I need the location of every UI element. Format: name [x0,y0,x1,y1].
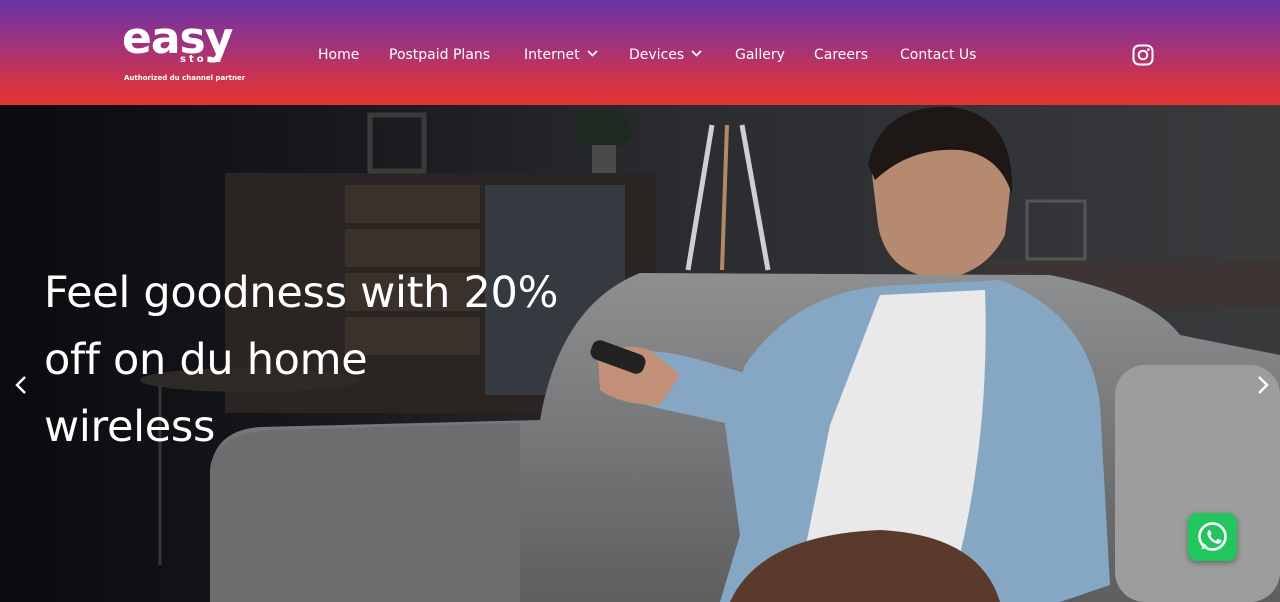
nav-item-careers[interactable]: Careers [814,45,868,65]
nav-item-label: Internet [524,47,580,63]
hero-headline-line: wireless [44,402,216,452]
main-navigation: Home Postpaid Plans Internet Devices Gal… [0,0,1280,105]
nav-item-label: Careers [814,47,869,63]
nav-item-label: Devices [629,47,685,63]
whatsapp-icon [1198,522,1227,551]
chevron-down-icon [691,50,702,57]
whatsapp-chat-button[interactable] [1188,513,1237,561]
nav-item-contact-us[interactable]: Contact Us [900,45,976,65]
nav-item-label: Gallery [735,47,785,63]
nav-item-label: Home [318,47,360,63]
site-header: easy store Authorized du channel partner… [0,0,1280,105]
nav-item-devices[interactable]: Devices [629,45,702,65]
hero-headline-line: Feel goodness with 20% [44,268,559,318]
hero-slider: Feel goodness with 20% off on du home wi… [0,105,1280,602]
chevron-right-icon[interactable] [1253,373,1273,397]
hero-headline: Feel goodness with 20% off on du home wi… [44,260,604,461]
hero-headline-line: off on du home [44,335,368,385]
nav-item-postpaid-plans[interactable]: Postpaid Plans [389,45,490,65]
nav-item-gallery[interactable]: Gallery [735,45,785,65]
instagram-icon[interactable] [1132,44,1154,66]
chevron-down-icon [587,50,598,57]
nav-item-label: Contact Us [900,47,977,63]
nav-item-internet[interactable]: Internet [524,45,598,65]
chevron-left-icon[interactable] [11,373,31,397]
nav-item-home[interactable]: Home [318,45,359,65]
nav-item-label: Postpaid Plans [389,47,491,63]
